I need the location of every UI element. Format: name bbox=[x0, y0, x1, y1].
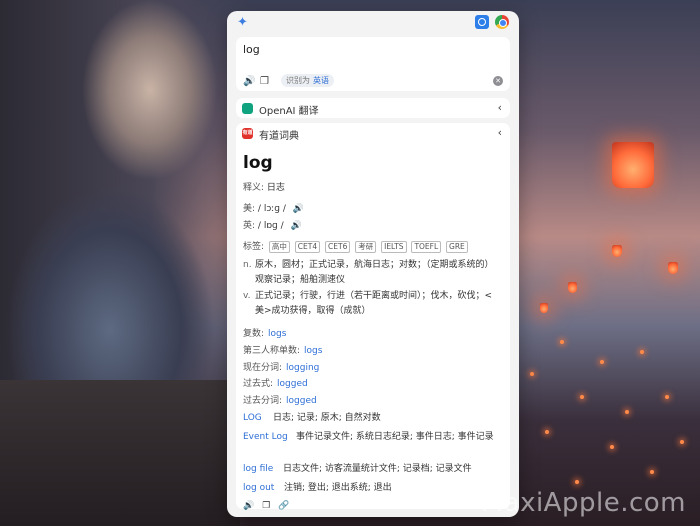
chrome-icon[interactable] bbox=[495, 15, 509, 29]
tags-row: 标签: 高中 CET4 CET6 考研 IELTS TOEFL GRE bbox=[243, 239, 468, 253]
us-label: 美: bbox=[243, 204, 256, 214]
lantern-dot bbox=[625, 410, 629, 414]
lantern-small bbox=[568, 282, 577, 293]
lantern-dot bbox=[640, 350, 644, 354]
phrase-key[interactable]: log file bbox=[243, 462, 273, 477]
lantern-small bbox=[668, 262, 678, 274]
result-actions: 🔊 ❐ 🔗 bbox=[243, 501, 298, 511]
lantern-dot bbox=[665, 395, 669, 399]
definition-pos: n. bbox=[243, 260, 252, 270]
chevron-left-icon[interactable]: ‹ bbox=[498, 126, 502, 139]
wallpaper-table bbox=[0, 380, 240, 526]
phrase-item: log out 注销; 登出; 退出系统; 退出 bbox=[243, 481, 503, 496]
service-name: 有道词典 bbox=[259, 131, 299, 142]
tag: CET4 bbox=[294, 241, 321, 253]
form-row: 过去式: logged bbox=[243, 376, 308, 389]
speaker-icon[interactable]: 🔊 bbox=[291, 221, 302, 231]
search-icon[interactable] bbox=[475, 15, 489, 29]
service-openai[interactable]: OpenAI 翻译 ‹ bbox=[236, 98, 510, 118]
watermark: MaxiApple.com bbox=[480, 488, 686, 518]
form-row: 过去分词: logged bbox=[243, 393, 317, 406]
form-link[interactable]: logged bbox=[277, 379, 308, 389]
phrase-key[interactable]: Event Log bbox=[243, 430, 288, 445]
lantern-dot bbox=[580, 395, 584, 399]
speaker-icon[interactable]: 🔊 bbox=[243, 501, 254, 511]
form-row: 现在分词: logging bbox=[243, 360, 319, 373]
clear-icon[interactable]: ✕ bbox=[493, 76, 503, 86]
copy-icon[interactable]: ❐ bbox=[260, 76, 269, 88]
meaning-row: 释义: 日志 bbox=[243, 180, 285, 193]
youdao-logo-icon: 有道 bbox=[242, 128, 253, 139]
form-row: 第三人称单数: logs bbox=[243, 343, 322, 356]
form-link[interactable]: logged bbox=[286, 396, 317, 406]
phrase-key[interactable]: log out bbox=[243, 481, 274, 496]
form-row: 复数: logs bbox=[243, 326, 286, 339]
uk-phonetic-row: 英: / lɒɡ / 🔊 bbox=[243, 218, 302, 231]
lantern-dot bbox=[575, 480, 579, 484]
lantern-dot bbox=[680, 440, 684, 444]
phrase-value: 日志; 记录; 原木; 自然对数 bbox=[273, 413, 381, 423]
pin-icon[interactable]: ✦ bbox=[237, 16, 251, 30]
tag: CET6 bbox=[325, 241, 351, 253]
lantern-dot bbox=[600, 360, 604, 364]
definition-text: 正式记录；行驶，行进（若干距离或时间）；伐木，砍伐；<美>成功获得，取得（成就） bbox=[255, 291, 493, 316]
service-name: OpenAI 翻译 bbox=[259, 106, 319, 117]
chevron-left-icon[interactable]: ‹ bbox=[498, 101, 502, 114]
meaning-value: 日志 bbox=[266, 183, 285, 193]
uk-phonetic: / lɒɡ / bbox=[257, 221, 284, 231]
tag: GRE bbox=[446, 241, 468, 253]
us-phonetic-row: 美: / lɔːɡ / 🔊 bbox=[243, 201, 304, 214]
lantern-small bbox=[540, 303, 548, 313]
detected-prefix: 识别为 bbox=[286, 76, 310, 85]
panel-topbar: ✦ bbox=[227, 11, 519, 35]
query-input-card[interactable]: log 🔊 ❐ 识别为 英语 ✕ bbox=[236, 37, 510, 91]
translator-panel: ✦ log 🔊 ❐ 识别为 英语 ✕ OpenAI 翻译 ‹ 有道 有道词典 ‹ … bbox=[227, 11, 519, 517]
lantern-dot bbox=[545, 430, 549, 434]
tag: 高中 bbox=[268, 241, 290, 253]
phrase-value: 注销; 登出; 退出系统; 退出 bbox=[284, 483, 392, 493]
us-phonetic: / lɔːɡ / bbox=[257, 204, 286, 214]
form-label: 现在分词: bbox=[243, 363, 283, 373]
detected-language-badge[interactable]: 识别为 英语 bbox=[281, 74, 334, 87]
tags-label: 标签: bbox=[243, 242, 265, 252]
form-link[interactable]: logs bbox=[304, 346, 322, 356]
service-youdao: 有道 有道词典 ‹ log 释义: 日志 美: / lɔːɡ / 🔊 英: / … bbox=[236, 123, 510, 511]
query-text[interactable]: log bbox=[243, 43, 260, 56]
meaning-label: 释义: bbox=[243, 183, 265, 193]
detected-language: 英语 bbox=[313, 76, 329, 85]
result-word: log bbox=[243, 153, 273, 173]
tag: IELTS bbox=[381, 241, 407, 253]
phrase-value: 事件记录文件; 系统日志纪录; 事件日志; 事件记录 bbox=[296, 432, 494, 442]
form-link[interactable]: logs bbox=[268, 329, 286, 339]
phrase-key[interactable]: LOG bbox=[243, 411, 262, 426]
speaker-icon[interactable]: 🔊 bbox=[243, 76, 255, 88]
definition-item: v. 正式记录；行驶，行进（若干距离或时间）；伐木，砍伐；<美>成功获得，取得（… bbox=[243, 289, 501, 319]
copy-icon[interactable]: ❐ bbox=[262, 501, 270, 511]
uk-label: 英: bbox=[243, 221, 256, 231]
form-link[interactable]: logging bbox=[286, 363, 319, 373]
link-icon[interactable]: 🔗 bbox=[278, 501, 289, 511]
form-label: 第三人称单数: bbox=[243, 346, 301, 356]
phrase-value: 日志文件; 访客流量统计文件; 记录档; 记录文件 bbox=[283, 464, 472, 474]
tag: 考研 bbox=[355, 241, 377, 253]
phrase-item: LOG 日志; 记录; 原木; 自然对数 bbox=[243, 411, 503, 426]
phrase-item: Event Log 事件记录文件; 系统日志纪录; 事件日志; 事件记录 bbox=[243, 430, 503, 445]
form-label: 过去分词: bbox=[243, 396, 283, 406]
form-label: 过去式: bbox=[243, 379, 274, 389]
form-label: 复数: bbox=[243, 329, 265, 339]
lantern-dot bbox=[530, 372, 534, 376]
phrase-item: log file 日志文件; 访客流量统计文件; 记录档; 记录文件 bbox=[243, 462, 503, 477]
tag: TOEFL bbox=[411, 241, 442, 253]
lantern-dot bbox=[650, 470, 654, 474]
lantern-large bbox=[612, 142, 654, 188]
definition-pos: v. bbox=[243, 291, 251, 301]
definition-item: n. 原木，圆材；正式记录，航海日志；对数；（定期或系统的）观察记录；船舶测速仪 bbox=[243, 258, 501, 288]
openai-logo-icon bbox=[242, 103, 253, 114]
speaker-icon[interactable]: 🔊 bbox=[293, 204, 304, 214]
lantern-dot bbox=[560, 340, 564, 344]
lantern-small bbox=[612, 245, 622, 257]
definition-text: 原木，圆材；正式记录，航海日志；对数；（定期或系统的）观察记录；船舶测速仪 bbox=[255, 260, 494, 285]
lantern-dot bbox=[610, 445, 614, 449]
